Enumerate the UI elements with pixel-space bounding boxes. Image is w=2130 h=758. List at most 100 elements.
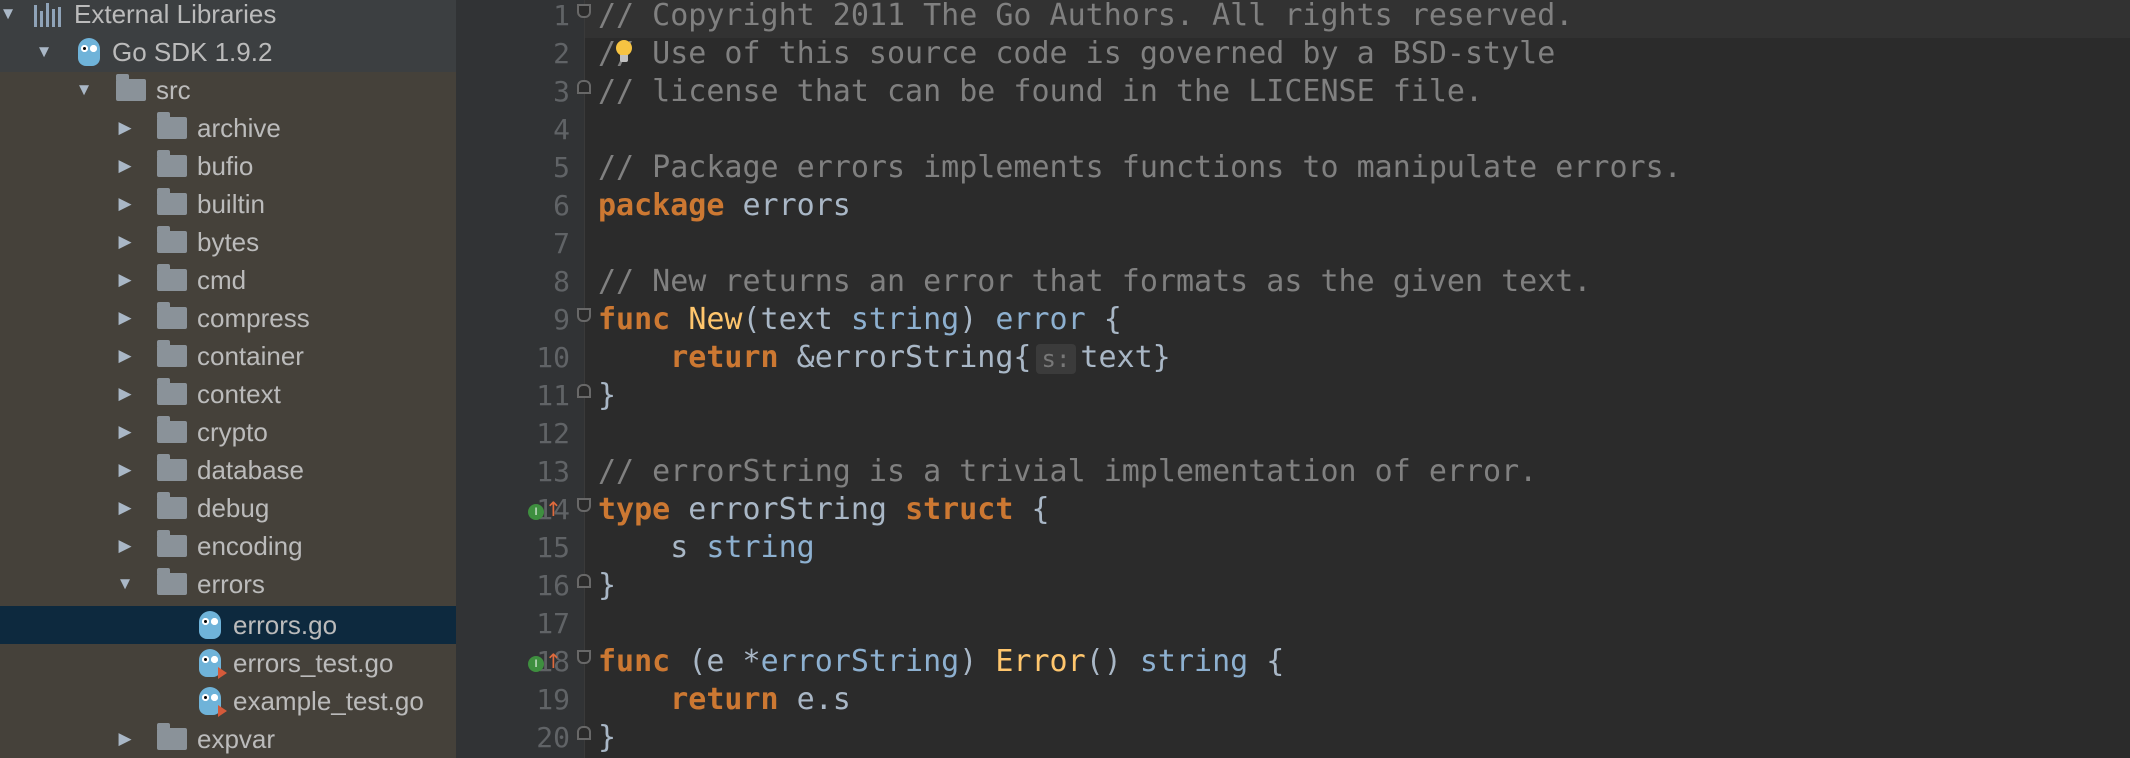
tree-item-label: builtin	[197, 188, 265, 219]
code-text: {	[1248, 644, 1285, 679]
tree-item-label: errors	[197, 568, 265, 599]
collapse-arrow-icon[interactable]: ▶	[117, 413, 133, 451]
collapse-arrow-icon[interactable]: ▶	[117, 337, 133, 375]
tree-item-archive[interactable]: ▶ archive	[0, 109, 456, 147]
library-icon	[34, 1, 64, 27]
fold-marker-icon[interactable]	[577, 308, 591, 322]
collapse-arrow-icon[interactable]: ▶	[117, 147, 133, 185]
tree-item-builtin[interactable]: ▶ builtin	[0, 185, 456, 223]
tree-item-external-libraries[interactable]: ▼ External Libraries	[0, 0, 456, 33]
fold-marker-icon[interactable]	[577, 384, 591, 398]
fold-marker-icon[interactable]	[577, 4, 591, 18]
tree-item-bufio[interactable]: ▶ bufio	[0, 147, 456, 185]
code-line: }	[598, 377, 616, 415]
tree-item-label: bufio	[197, 150, 254, 181]
tree-item-label: compress	[197, 302, 310, 333]
code-line: }	[598, 567, 616, 605]
editor-gutter: 1 2 3 4 5 6 7 8 9 10 11 12 13 14 15 16 1…	[456, 0, 584, 758]
line-number: 17	[536, 607, 570, 640]
line-number: 15	[536, 531, 570, 564]
code-text: {	[1085, 302, 1122, 337]
collapse-arrow-icon[interactable]: ▶	[117, 375, 133, 413]
collapse-arrow-icon[interactable]: ▶	[117, 223, 133, 261]
tree-item-label: bytes	[197, 226, 260, 257]
fold-marker-icon[interactable]	[577, 574, 591, 588]
code-text: ()	[1085, 644, 1140, 679]
tree-item-encoding[interactable]: ▶ encoding	[0, 527, 456, 565]
line-number: 1	[553, 0, 570, 32]
tree-item-debug[interactable]: ▶ debug	[0, 489, 456, 527]
collapse-arrow-icon[interactable]: ▶	[117, 261, 133, 299]
tree-item-expvar[interactable]: ▶ expvar	[0, 720, 456, 758]
collapse-arrow-icon[interactable]: ▶	[117, 451, 133, 489]
tree-item-label: database	[197, 454, 304, 485]
tree-item-container[interactable]: ▶ container	[0, 337, 456, 375]
collapse-arrow-icon[interactable]: ▶	[117, 109, 133, 147]
code-text: }	[598, 720, 617, 755]
tree-item-label: errors.go	[233, 609, 338, 640]
tree-item-cmd[interactable]: ▶ cmd	[0, 261, 456, 299]
implements-marker-icon[interactable]: I ↑	[528, 650, 562, 676]
code-comment: // Copyright 2011 The Go Authors. All ri…	[598, 0, 1574, 33]
fold-marker-icon[interactable]	[577, 498, 591, 512]
folder-icon	[157, 226, 187, 253]
tree-item-database[interactable]: ▶ database	[0, 451, 456, 489]
code-type: string	[1139, 644, 1249, 679]
code-text: )	[959, 302, 996, 337]
code-text: text}	[1080, 340, 1171, 375]
tree-item-context[interactable]: ▶ context	[0, 375, 456, 413]
folder-icon	[157, 188, 187, 215]
code-editor[interactable]: // Copyright 2011 The Go Authors. All ri…	[577, 0, 2130, 758]
tree-item-crypto[interactable]: ▶ crypto	[0, 413, 456, 451]
tree-item-label: example_test.go	[233, 685, 424, 716]
code-line: // New returns an error that formats as …	[598, 263, 1591, 301]
code-line: type errorString struct {	[598, 491, 1050, 529]
code-line: s string	[598, 529, 815, 567]
tree-item-errors[interactable]: ▼ errors	[0, 565, 456, 603]
expand-arrow-icon[interactable]: ▼	[117, 565, 134, 603]
fold-marker-icon[interactable]	[577, 650, 591, 664]
collapse-arrow-icon[interactable]: ▶	[117, 720, 133, 758]
collapse-arrow-icon[interactable]: ▶	[117, 527, 133, 565]
expand-arrow-icon[interactable]: ▼	[0, 0, 16, 33]
code-keyword: return	[670, 682, 779, 717]
collapse-arrow-icon[interactable]: ▶	[117, 185, 133, 223]
tree-item-example-test-go[interactable]: example_test.go	[0, 682, 456, 720]
line-number: 10	[536, 341, 570, 374]
code-keyword: struct	[905, 492, 1014, 527]
folder-icon	[157, 492, 187, 519]
code-line: // Copyright 2011 The Go Authors. All ri…	[598, 0, 1573, 35]
code-type: errorString	[760, 644, 960, 679]
tree-item-errors-go[interactable]: errors.go	[0, 606, 456, 644]
expand-arrow-icon[interactable]: ▼	[76, 71, 93, 109]
collapse-arrow-icon[interactable]: ▶	[117, 489, 133, 527]
project-tree-panel: ▼ External Libraries ▼ Go SDK 1.9.2 ▼ sr…	[0, 0, 456, 758]
code-line: func New(text string) error {	[598, 301, 1122, 339]
line-number: 19	[536, 683, 570, 716]
code-type: string	[706, 530, 815, 565]
fold-marker-icon[interactable]	[577, 80, 591, 94]
tree-item-bytes[interactable]: ▶ bytes	[0, 223, 456, 261]
folder-icon	[116, 74, 146, 101]
lightbulb-icon[interactable]	[614, 40, 634, 66]
folder-icon	[157, 378, 187, 405]
tree-item-errors-test-go[interactable]: errors_test.go	[0, 644, 456, 682]
line-number: 16	[536, 569, 570, 602]
tree-item-src[interactable]: ▼ src	[0, 71, 456, 109]
code-keyword: package	[598, 188, 725, 223]
tree-item-go-sdk[interactable]: ▼ Go SDK 1.9.2	[0, 33, 456, 71]
collapse-arrow-icon[interactable]: ▶	[117, 299, 133, 337]
code-text: e.s	[778, 682, 851, 717]
code-line: return &errorString{s: text}	[598, 339, 1171, 377]
code-function-name: New	[688, 302, 743, 337]
implements-marker-icon[interactable]: I ↑	[528, 498, 562, 524]
code-line: package errors	[598, 187, 851, 225]
tree-item-compress[interactable]: ▶ compress	[0, 299, 456, 337]
fold-marker-icon[interactable]	[577, 726, 591, 740]
expand-arrow-icon[interactable]: ▼	[36, 33, 53, 71]
code-line: // Package errors implements functions t…	[598, 149, 1682, 187]
tree-item-label: encoding	[197, 530, 303, 561]
tree-item-label: archive	[197, 112, 281, 143]
